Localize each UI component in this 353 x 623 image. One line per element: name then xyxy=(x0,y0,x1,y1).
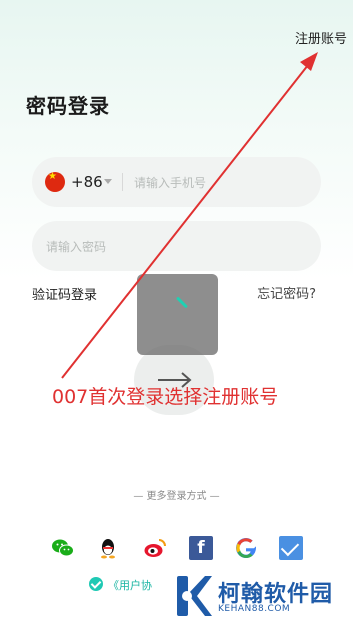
facebook-icon[interactable]: f xyxy=(189,536,213,560)
annotation-arrow xyxy=(61,52,318,379)
watermark-logo: 柯翰软件园 KEHAN88.COM xyxy=(170,566,353,623)
agreement-checkbox[interactable] xyxy=(89,577,103,591)
google-icon[interactable] xyxy=(234,536,258,560)
watermark-k-icon xyxy=(177,576,212,616)
weibo-icon[interactable] xyxy=(143,536,167,560)
agreement-link[interactable]: 《用户协 xyxy=(108,577,152,593)
watermark-url: KEHAN88.COM xyxy=(218,604,291,614)
social-login-row: f xyxy=(0,536,353,560)
annotation-text: 007首次登录选择注册账号 xyxy=(52,386,279,408)
more-login-label: — 更多登录方式 — xyxy=(133,491,220,502)
qq-icon[interactable] xyxy=(96,536,120,560)
wechat-icon[interactable] xyxy=(51,536,75,560)
mail-icon[interactable] xyxy=(279,536,303,560)
